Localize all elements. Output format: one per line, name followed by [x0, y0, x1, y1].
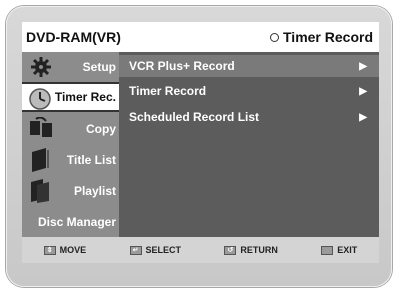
current-context: Timer Record	[270, 29, 373, 45]
guide-move-label: MOVE	[59, 245, 87, 255]
submenu-panel: VCR Plus+ Record ▶ Timer Record ▶ Schedu…	[119, 52, 379, 237]
guide-exit-label: EXIT	[337, 245, 358, 255]
context-label: Timer Record	[283, 29, 373, 45]
sidebar-item-disc-manager[interactable]: Disc Manager	[22, 207, 119, 237]
move-arrows-icon: ⇕	[43, 245, 56, 255]
guide-return-label: RETURN	[240, 245, 278, 255]
sidebar-item-label: Copy	[86, 122, 116, 136]
arrow-right-icon: ▶	[359, 111, 367, 123]
sidebar-item-label: Setup	[82, 60, 116, 74]
sidebar: Setup Timer Rec. Copy Title List Playlis…	[22, 52, 119, 237]
sidebar-item-title-list[interactable]: Title List	[22, 145, 119, 175]
menu-item-label: Scheduled Record List	[129, 110, 260, 124]
sidebar-item-label: Title List	[66, 153, 116, 167]
sidebar-item-playlist[interactable]: Playlist	[22, 176, 119, 206]
button-guide: ⇕ MOVE ↵ SELECT ↺ RETURN EXIT	[22, 237, 379, 263]
sidebar-item-label: Timer Rec.	[54, 90, 116, 104]
menu-item-timer-record[interactable]: Timer Record ▶	[119, 80, 379, 102]
dvd-menu-screen: DVD-RAM(VR) Timer Record Setup Timer Rec…	[22, 22, 379, 263]
gear-icon	[31, 57, 51, 77]
title-bar: DVD-RAM(VR) Timer Record	[22, 22, 379, 52]
guide-move: ⇕ MOVE	[43, 245, 87, 255]
guide-select-label: SELECT	[145, 245, 182, 255]
sidebar-item-label: Playlist	[73, 184, 116, 198]
menu-item-label: Timer Record	[129, 84, 207, 98]
sidebar-item-setup[interactable]: Setup	[22, 52, 119, 82]
arrow-right-icon: ▶	[359, 60, 367, 72]
menu-item-scheduled-record-list[interactable]: Scheduled Record List ▶	[119, 106, 379, 128]
sidebar-item-timer-rec[interactable]: Timer Rec.	[22, 82, 119, 112]
guide-select: ↵ SELECT	[129, 245, 182, 255]
enter-icon: ↵	[129, 245, 142, 255]
menu-item-vcr-plus-record[interactable]: VCR Plus+ Record ▶	[119, 55, 379, 77]
disc-type-title: DVD-RAM(VR)	[26, 29, 121, 45]
title-list-icon	[32, 148, 49, 172]
guide-exit: EXIT	[321, 245, 357, 255]
playlist-icon	[31, 179, 49, 203]
sidebar-item-label: Disc Manager	[37, 215, 116, 229]
exit-icon	[321, 245, 334, 255]
menu-item-label: VCR Plus+ Record	[129, 59, 235, 73]
circle-icon	[270, 32, 279, 42]
arrow-right-icon: ▶	[359, 85, 367, 97]
copy-icon	[30, 117, 52, 137]
clock-icon	[29, 88, 51, 110]
sidebar-item-copy[interactable]: Copy	[22, 114, 119, 144]
guide-return: ↺ RETURN	[224, 245, 278, 255]
return-icon: ↺	[224, 245, 237, 255]
